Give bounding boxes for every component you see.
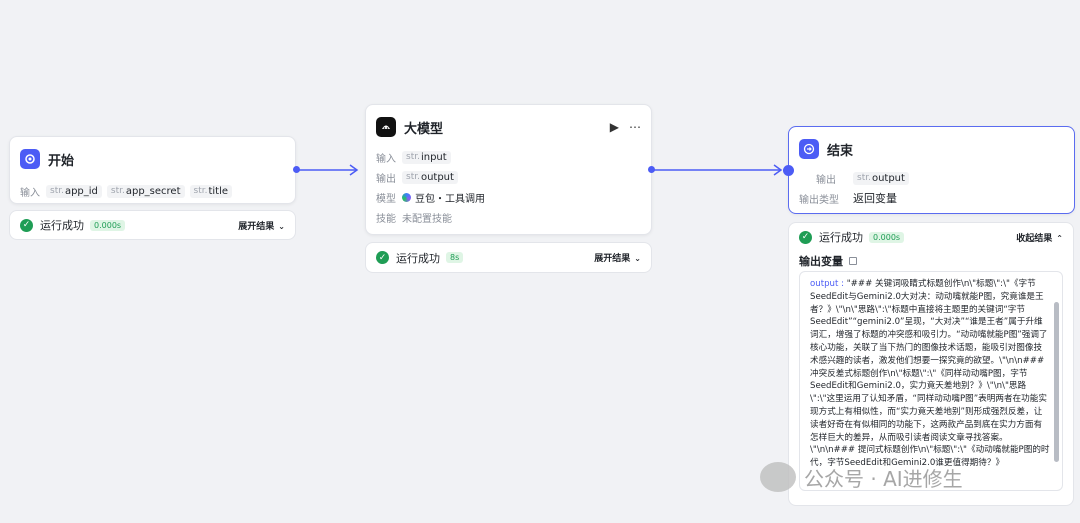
input-label: 输入	[376, 153, 396, 165]
start-node[interactable]: 开始 输入 str. app_id str. app_secret str. titl…	[9, 136, 296, 204]
duration-badge: 0.000s	[869, 231, 905, 243]
end-icon	[799, 139, 819, 159]
output-label: 输出	[376, 173, 396, 185]
duration-badge: 0.000s	[90, 219, 126, 231]
collapse-result-button[interactable]: 收起结果 ⌃	[1016, 231, 1063, 244]
play-icon[interactable]: ▶	[610, 120, 619, 134]
output-text-box[interactable]: output : "### 关键词吸睛式标题创作\n\"标题\":\"《字节Se…	[799, 271, 1063, 491]
start-output-port[interactable]	[293, 166, 300, 173]
param-tag: str. app_id	[46, 184, 102, 198]
skill-label: 技能	[376, 213, 396, 225]
llm-node[interactable]: 大模型 ▶ ⋯ 输入 str. input 输出 str. output 模型 豆包…	[365, 104, 652, 235]
chevron-down-icon: ⌄	[634, 254, 641, 263]
llm-input-row: 输入 str. input	[366, 147, 651, 167]
start-node-title: 开始	[48, 153, 75, 169]
start-status-bar: ✓ 运行成功 0.000s 展开结果 ⌄	[9, 210, 296, 240]
end-node[interactable]: 结束 输出 str. output 输出类型 返回变量	[788, 126, 1075, 214]
edge-start-llm-arrow	[349, 164, 359, 176]
expand-result-button[interactable]: 展开结果 ⌄	[594, 251, 641, 264]
param-tag: str. output	[853, 171, 909, 185]
skill-value: 未配置技能	[402, 213, 452, 225]
end-node-title: 结束	[827, 143, 854, 159]
model-value: 豆包・工具调用	[415, 193, 485, 205]
success-check-icon: ✓	[20, 218, 33, 232]
chevron-up-icon: ⌃	[1056, 233, 1063, 243]
input-label: 输入	[20, 187, 40, 199]
more-icon[interactable]: ⋯	[629, 120, 641, 134]
status-text: 运行成功	[819, 231, 863, 244]
llm-output-port[interactable]	[648, 166, 655, 173]
output-value: "### 关键词吸睛式标题创作\n\"标题\":\"《字节SeedEdit与Ge…	[810, 279, 1050, 469]
success-check-icon: ✓	[799, 230, 812, 244]
end-input-port[interactable]	[783, 165, 794, 176]
end-node-header: 结束	[789, 135, 1074, 163]
end-output-type-row: 输出类型 返回变量	[789, 188, 1074, 208]
copy-icon[interactable]	[849, 257, 857, 265]
end-output-row: 输出 str. output	[789, 168, 1074, 188]
output-variable-heading: 输出变量	[789, 251, 1073, 271]
output-label: 输出	[816, 174, 836, 186]
end-status-bar: ✓ 运行成功 0.000s 收起结果 ⌃	[789, 223, 1073, 251]
doubao-logo-icon	[402, 192, 411, 202]
param-tag: str. input	[402, 150, 451, 164]
param-tag: str. output	[402, 170, 458, 184]
llm-node-title: 大模型	[404, 121, 444, 137]
edge-llm-end-arrow	[773, 164, 783, 176]
scrollbar[interactable]	[1054, 302, 1059, 462]
llm-skill-row: 技能 未配置技能	[366, 207, 651, 227]
output-key: output	[810, 279, 839, 289]
workflow-canvas[interactable]: 开始 输入 str. app_id str. app_secret str. titl…	[0, 0, 1080, 523]
status-text: 运行成功	[40, 219, 84, 232]
llm-icon	[376, 117, 396, 137]
output-type-value: 返回变量	[853, 192, 897, 205]
output-type-label: 输出类型	[799, 194, 839, 206]
llm-status-bar: ✓ 运行成功 8s 展开结果 ⌄	[365, 242, 652, 273]
param-tag: str. title	[189, 184, 233, 198]
llm-node-header: 大模型 ▶ ⋯	[366, 113, 651, 141]
param-tag: str. app_secret	[106, 184, 185, 198]
chevron-down-icon: ⌄	[278, 221, 285, 231]
status-text: 运行成功	[396, 251, 440, 265]
model-label: 模型	[376, 193, 396, 205]
llm-model-row: 模型 豆包・工具调用	[366, 187, 651, 207]
end-result-panel: ✓ 运行成功 0.000s 收起结果 ⌃ 输出变量 output : "### 关…	[788, 222, 1074, 506]
start-node-inputs: 输入 str. app_id str. app_secret str. title	[10, 181, 295, 201]
duration-badge: 8s	[446, 252, 464, 263]
expand-result-button[interactable]: 展开结果 ⌄	[238, 219, 285, 232]
success-check-icon: ✓	[376, 251, 389, 264]
start-icon	[20, 149, 40, 169]
llm-output-row: 输出 str. output	[366, 167, 651, 187]
start-node-header: 开始	[10, 145, 295, 173]
